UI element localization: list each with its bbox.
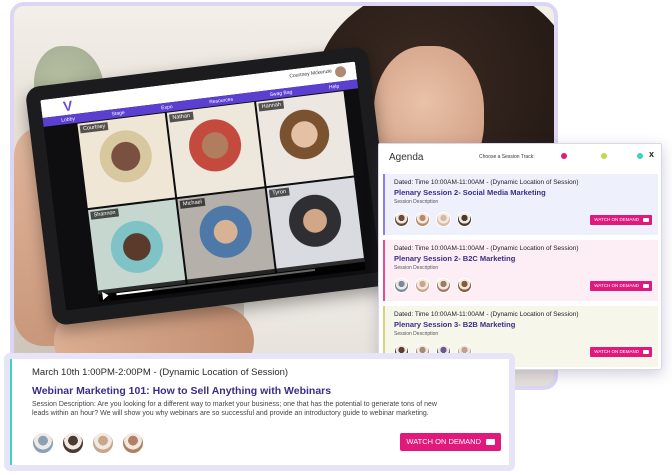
video-tile[interactable]: Courtney xyxy=(77,113,176,209)
video-tile[interactable]: Tyron xyxy=(266,177,365,273)
video-camera-icon xyxy=(643,284,649,288)
watch-label: WATCH ON DEMAND xyxy=(594,349,639,354)
video-camera-icon xyxy=(486,439,495,445)
app-logo: V xyxy=(62,97,74,115)
watch-on-demand-button[interactable]: WATCH ON DEMAND xyxy=(400,433,501,451)
video-tile[interactable]: Nathan xyxy=(166,102,265,198)
session-title[interactable]: Plenary Session 2- B2C Marketing xyxy=(394,254,515,263)
speaker-avatar[interactable] xyxy=(436,278,451,293)
speaker-avatars xyxy=(32,432,144,454)
progress-fill xyxy=(116,288,153,296)
speaker-avatar[interactable] xyxy=(394,278,409,293)
speaker-avatars xyxy=(394,212,472,227)
track-dot-lime[interactable] xyxy=(601,153,607,159)
webinar-title[interactable]: Webinar Marketing 101: How to Sell Anyth… xyxy=(32,385,331,397)
webinar-description: Session Description: Are you looking for… xyxy=(32,401,437,417)
video-tile[interactable]: Hannah xyxy=(256,91,354,187)
watch-on-demand-button[interactable]: WATCH ON DEMAND xyxy=(590,281,652,291)
webinar-time: March 10th 1:00PM-2:00PM - (Dynamic Loca… xyxy=(32,367,289,378)
speaker-avatar[interactable] xyxy=(457,212,472,227)
speaker-avatar[interactable] xyxy=(415,278,430,293)
watch-label: WATCH ON DEMAND xyxy=(594,283,639,288)
video-tile[interactable]: Michael xyxy=(177,188,276,284)
session-card: Dated: Time 10:00AM-11:00AM - (Dynamic L… xyxy=(383,174,658,235)
nav-item-swag-bag[interactable]: Swag Bag xyxy=(269,89,292,98)
session-description: Session Description xyxy=(394,199,439,205)
nav-item-resources[interactable]: Resources xyxy=(209,96,233,105)
speaker-avatar[interactable] xyxy=(436,212,451,227)
track-dot-pink[interactable] xyxy=(561,153,567,159)
play-icon[interactable] xyxy=(102,291,110,300)
participant-name: Hannah xyxy=(258,100,285,112)
session-title[interactable]: Plenary Session 3- B2B Marketing xyxy=(394,320,515,329)
agenda-title: Agenda xyxy=(389,152,424,163)
tablet-screen: V Courtney Mckenzie Lobby Stage Expo Res… xyxy=(40,61,381,311)
watch-label: WATCH ON DEMAND xyxy=(406,437,481,446)
participant-name: Tyron xyxy=(268,187,290,198)
watch-on-demand-button[interactable]: WATCH ON DEMAND xyxy=(590,347,652,357)
app-user-name: Courtney Mckenzie xyxy=(289,68,333,80)
session-card: Dated: Time 10:00AM-11:00AM - (Dynamic L… xyxy=(383,240,658,301)
participant-name: Nathan xyxy=(168,111,194,123)
nav-item-lobby[interactable]: Lobby xyxy=(61,116,75,124)
tablet-device: V Courtney Mckenzie Lobby Stage Expo Res… xyxy=(24,45,397,327)
webinar-card: March 10th 1:00PM-2:00PM - (Dynamic Loca… xyxy=(4,353,515,471)
session-description: Session Description xyxy=(394,265,439,271)
video-tile[interactable]: Shannon xyxy=(88,199,186,295)
webinar-card-body: March 10th 1:00PM-2:00PM - (Dynamic Loca… xyxy=(10,359,509,465)
speaker-avatar[interactable] xyxy=(394,212,409,227)
session-time: Dated: Time 10:00AM-11:00AM - (Dynamic L… xyxy=(394,245,579,252)
nav-item-expo[interactable]: Expo xyxy=(161,104,173,111)
speaker-avatar[interactable] xyxy=(92,432,114,454)
speaker-avatar[interactable] xyxy=(457,278,472,293)
video-camera-icon xyxy=(643,350,649,354)
track-selector-label: Choose a Session Track: xyxy=(479,154,535,160)
video-camera-icon xyxy=(643,218,649,222)
participant-name: Courtney xyxy=(79,122,109,134)
speaker-avatar[interactable] xyxy=(32,432,54,454)
nav-item-stage[interactable]: Stage xyxy=(111,109,125,117)
participant-name: Shannon xyxy=(90,208,120,220)
session-time: Dated: Time 10:00AM-11:00AM - (Dynamic L… xyxy=(394,311,579,318)
session-description: Session Description xyxy=(394,331,439,337)
speaker-avatars xyxy=(394,278,472,293)
avatar[interactable] xyxy=(334,65,347,78)
speaker-avatar[interactable] xyxy=(62,432,84,454)
watch-label: WATCH ON DEMAND xyxy=(594,217,639,222)
speaker-avatar[interactable] xyxy=(415,212,430,227)
close-icon[interactable]: x xyxy=(649,149,654,159)
speaker-avatar[interactable] xyxy=(122,432,144,454)
track-dot-teal[interactable] xyxy=(637,153,643,159)
session-title[interactable]: Plenary Session 2- Social Media Marketin… xyxy=(394,188,546,197)
watch-on-demand-button[interactable]: WATCH ON DEMAND xyxy=(590,215,652,225)
marketing-composite: V Courtney Mckenzie Lobby Stage Expo Res… xyxy=(0,0,672,475)
nav-item-help[interactable]: Help xyxy=(329,83,340,90)
session-time: Dated: Time 10:00AM-11:00AM - (Dynamic L… xyxy=(394,179,579,186)
participant-name: Michael xyxy=(179,197,206,209)
agenda-panel: Agenda Choose a Session Track: x Dated: … xyxy=(378,143,662,370)
